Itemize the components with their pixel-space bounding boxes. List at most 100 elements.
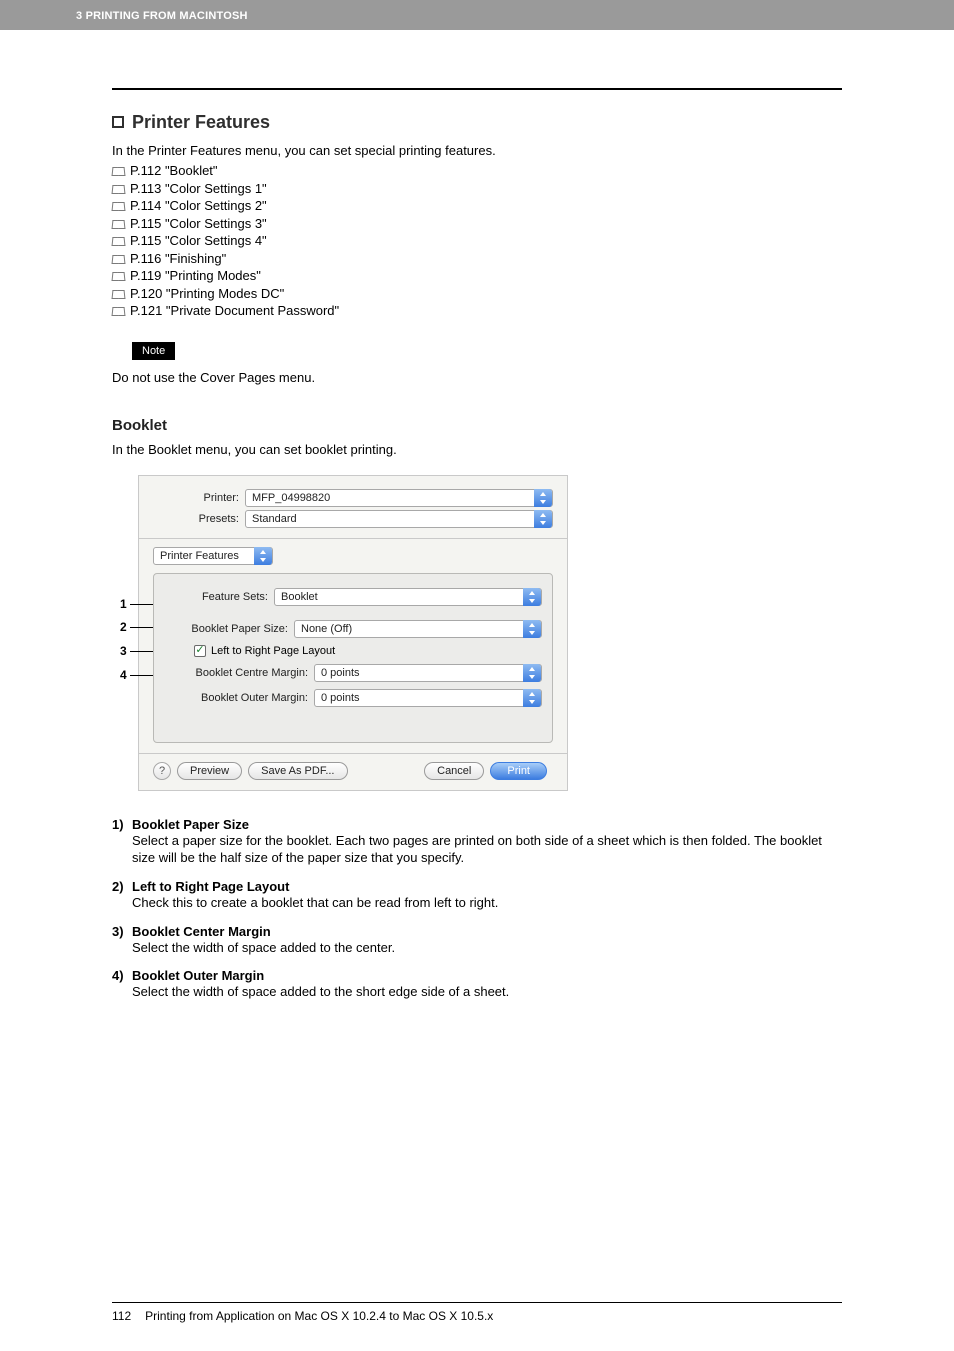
printer-row: Printer: MFP_04998820 — [153, 489, 553, 507]
page-reference-item[interactable]: P.113 "Color Settings 1" — [112, 180, 842, 198]
item-title: Booklet Outer Margin — [132, 968, 264, 983]
chevron-updown-icon — [523, 689, 541, 707]
item-title: Booklet Center Margin — [132, 924, 271, 939]
page-reference-item[interactable]: P.121 "Private Document Password" — [112, 302, 842, 320]
ref-text: P.121 "Private Document Password" — [130, 303, 339, 318]
ref-text: P.112 "Booklet" — [130, 163, 218, 178]
list-item: 2)Left to Right Page Layout Check this t… — [112, 879, 842, 912]
presets-select[interactable]: Standard — [245, 510, 553, 528]
callout-2: 2 — [120, 620, 127, 634]
feature-sets-value: Booklet — [281, 591, 318, 603]
page-reference-item[interactable]: P.115 "Color Settings 3" — [112, 215, 842, 233]
book-icon — [112, 183, 126, 193]
chevron-updown-icon — [523, 664, 541, 682]
ref-text: P.119 "Printing Modes" — [130, 268, 261, 283]
booklet-centre-margin-label: Booklet Centre Margin: — [164, 667, 314, 679]
book-icon — [112, 200, 126, 210]
booklet-outer-margin-label: Booklet Outer Margin: — [164, 692, 314, 704]
note-block: Note — [112, 320, 842, 360]
item-num: 4) — [112, 968, 132, 983]
presets-row: Presets: Standard — [153, 510, 553, 528]
page-reference-list: P.112 "Booklet" P.113 "Color Settings 1"… — [112, 162, 842, 320]
pane-value: Printer Features — [160, 550, 239, 562]
booklet-centre-margin-row: Booklet Centre Margin: 0 points — [164, 664, 542, 682]
page-reference-item[interactable]: P.115 "Color Settings 4" — [112, 232, 842, 250]
book-icon — [112, 305, 126, 315]
ref-text: P.115 "Color Settings 3" — [130, 216, 267, 231]
feature-sets-row: Feature Sets: Booklet — [164, 588, 542, 606]
feature-sets-label: Feature Sets: — [164, 591, 274, 603]
rule-top — [112, 88, 842, 90]
booklet-outer-margin-row: Booklet Outer Margin: 0 points — [164, 689, 542, 707]
dialog-wrap: 1 2 3 4 Printer: MFP_04998820 Presets: — [120, 475, 568, 791]
page-reference-item[interactable]: P.120 "Printing Modes DC" — [112, 285, 842, 303]
booklet-outer-margin-value: 0 points — [321, 692, 360, 704]
section-title-text: Printer Features — [132, 112, 270, 132]
option-descriptions: 1)Booklet Paper Size Select a paper size… — [112, 817, 842, 1001]
booklet-outer-margin-select[interactable]: 0 points — [314, 689, 542, 707]
book-icon — [112, 235, 126, 245]
page-number: 112 — [112, 1309, 131, 1323]
booklet-paper-size-row: Booklet Paper Size: None (Off) — [164, 620, 542, 638]
page-reference-item[interactable]: P.112 "Booklet" — [112, 162, 842, 180]
item-desc: Select the width of space added to the s… — [132, 983, 842, 1001]
help-icon: ? — [159, 765, 165, 777]
save-as-pdf-button[interactable]: Save As PDF... — [248, 762, 347, 780]
feature-sets-select[interactable]: Booklet — [274, 588, 542, 606]
help-button[interactable]: ? — [153, 762, 171, 780]
list-item: 3)Booklet Center Margin Select the width… — [112, 924, 842, 957]
left-to-right-label: Left to Right Page Layout — [211, 645, 335, 657]
printer-select[interactable]: MFP_04998820 — [245, 489, 553, 507]
cancel-button[interactable]: Cancel — [424, 762, 484, 780]
ref-text: P.114 "Color Settings 2" — [130, 198, 267, 213]
chevron-updown-icon — [523, 588, 541, 606]
pane-select[interactable]: Printer Features — [153, 547, 273, 565]
preview-button[interactable]: Preview — [177, 762, 242, 780]
page-reference-item[interactable]: P.119 "Printing Modes" — [112, 267, 842, 285]
note-badge: Note — [132, 342, 175, 360]
book-icon — [112, 253, 126, 263]
divider — [139, 753, 567, 754]
section-intro: In the Printer Features menu, you can se… — [112, 143, 842, 158]
booklet-centre-margin-select[interactable]: 0 points — [314, 664, 542, 682]
pane-row: Printer Features — [153, 547, 553, 565]
item-desc: Check this to create a booklet that can … — [132, 894, 842, 912]
item-num: 1) — [112, 817, 132, 832]
booklet-paper-size-select[interactable]: None (Off) — [294, 620, 542, 638]
dialog-footer: ? Preview Save As PDF... Cancel Print — [153, 762, 553, 780]
item-title: Left to Right Page Layout — [132, 879, 289, 894]
ref-text: P.115 "Color Settings 4" — [130, 233, 267, 248]
header-band: 3 PRINTING FROM MACINTOSH — [0, 0, 954, 30]
book-icon — [112, 218, 126, 228]
item-num: 2) — [112, 879, 132, 894]
ref-text: P.120 "Printing Modes DC" — [130, 286, 284, 301]
feature-pane: Feature Sets: Booklet Booklet Paper Size… — [153, 573, 553, 743]
hollow-square-icon — [112, 116, 124, 128]
footer-text: 112 Printing from Application on Mac OS X… — [112, 1309, 842, 1323]
page-reference-item[interactable]: P.116 "Finishing" — [112, 250, 842, 268]
ref-text: P.116 "Finishing" — [130, 251, 226, 266]
list-item: 1)Booklet Paper Size Select a paper size… — [112, 817, 842, 867]
print-dialog: Printer: MFP_04998820 Presets: Standard — [138, 475, 568, 791]
subsection-title: Booklet — [112, 417, 842, 434]
list-item: 4)Booklet Outer Margin Select the width … — [112, 968, 842, 1001]
footer-rule — [112, 1302, 842, 1303]
chevron-updown-icon — [534, 510, 552, 528]
booklet-centre-margin-value: 0 points — [321, 667, 360, 679]
breadcrumb: 3 PRINTING FROM MACINTOSH — [76, 10, 248, 22]
booklet-paper-size-value: None (Off) — [301, 623, 352, 635]
book-icon — [112, 165, 126, 175]
item-desc: Select the width of space added to the c… — [132, 939, 842, 957]
page-reference-item[interactable]: P.114 "Color Settings 2" — [112, 197, 842, 215]
item-num: 3) — [112, 924, 132, 939]
left-to-right-checkbox[interactable]: ✓ Left to Right Page Layout — [194, 645, 335, 657]
print-button[interactable]: Print — [490, 762, 547, 780]
page-footer: 112 Printing from Application on Mac OS X… — [112, 1302, 842, 1323]
footer-label: Printing from Application on Mac OS X 10… — [145, 1309, 493, 1323]
callout-4: 4 — [120, 668, 127, 682]
callout-3: 3 — [120, 644, 127, 658]
callout-1: 1 — [120, 597, 127, 611]
page: 3 PRINTING FROM MACINTOSH Printer Featur… — [0, 0, 954, 1351]
divider — [139, 538, 567, 539]
content-area: Printer Features In the Printer Features… — [0, 88, 954, 1001]
